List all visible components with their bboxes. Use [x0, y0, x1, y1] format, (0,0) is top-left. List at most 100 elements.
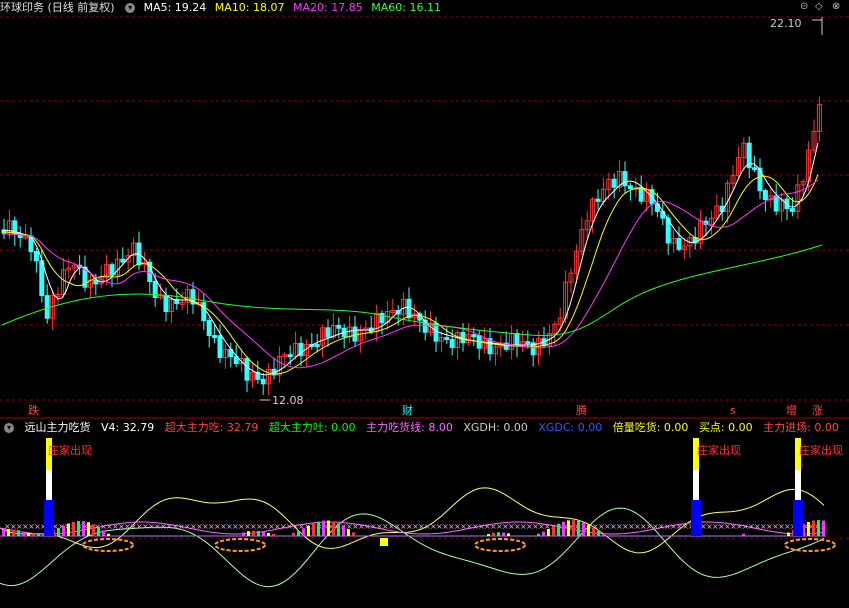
volume-bar	[302, 528, 305, 536]
indicator-settings-icon[interactable]: ▾	[4, 423, 14, 433]
candle-body	[789, 208, 795, 212]
volume-bar	[597, 531, 600, 536]
candle-body	[217, 335, 223, 358]
volume-bar	[822, 520, 825, 536]
volume-bar	[742, 533, 745, 536]
candle-body	[163, 295, 169, 313]
legend-super-spit: 超大主力吐: 0.00	[268, 421, 356, 434]
sig-col-1-blue	[44, 500, 54, 536]
candle-body	[514, 332, 520, 347]
candle-body	[352, 326, 358, 342]
volume-bar	[582, 522, 585, 536]
volume-bar	[322, 520, 325, 536]
signal-label-3: 庄家出现	[799, 444, 843, 457]
volume-bar	[337, 523, 340, 536]
volume-bar	[507, 533, 510, 536]
candle-body	[638, 186, 644, 202]
volume-bar	[67, 523, 70, 536]
signal-label-2: 庄家出现	[697, 444, 741, 457]
candle-body	[336, 324, 342, 329]
candle-body	[287, 354, 293, 358]
volume-bar	[567, 520, 570, 536]
volume-bar	[37, 533, 40, 536]
volume-bar	[57, 528, 60, 536]
volume-bar	[332, 521, 335, 536]
marker-die: 跌	[28, 404, 39, 417]
candle-body	[120, 258, 126, 263]
marker-zeng: 增	[786, 404, 797, 417]
volume-bar	[812, 520, 815, 536]
candle-body	[622, 171, 628, 187]
volume-bar	[87, 522, 90, 536]
volume-bar	[817, 520, 820, 536]
candle-body	[449, 338, 455, 349]
volume-bar	[552, 526, 555, 536]
candle-body	[752, 167, 758, 171]
sig-col-3-white	[795, 470, 801, 500]
ma60-line	[1, 244, 823, 337]
volume-bar	[247, 531, 250, 536]
volume-bar	[342, 526, 345, 536]
volume-bar	[492, 532, 495, 536]
legend-main-line: 主力吃货线: 8.00	[366, 421, 453, 434]
volume-bar	[107, 533, 110, 536]
legend-xgdc: XGDC: 0.00	[538, 421, 603, 434]
legend-xgdh: XGDH: 0.00	[463, 421, 528, 434]
buy-point-marker	[380, 538, 388, 546]
candle-body	[325, 327, 331, 338]
volume-bar	[292, 532, 295, 536]
candle-body	[676, 238, 682, 250]
legend-v4: V4: 32.79	[101, 421, 155, 434]
volume-bar	[22, 531, 25, 536]
accumulation-ellipse	[474, 538, 526, 552]
volume-bar	[27, 532, 30, 536]
volume-bar	[252, 530, 255, 536]
chart-canvas[interactable]: × × × × × × × × × × × × × × × × × × × × × × × × × × × × × × × × × × × × × × × ×…	[0, 0, 849, 608]
sig-col-2-blue	[691, 500, 701, 536]
volume-bar	[72, 521, 75, 536]
volume-bar	[2, 529, 5, 536]
candle-body	[444, 337, 450, 341]
volume-bar	[92, 524, 95, 536]
volume-bar	[317, 521, 320, 536]
candle-body	[314, 344, 320, 348]
volume-bar	[537, 533, 540, 536]
volume-bar	[12, 529, 15, 536]
candle-body	[44, 295, 50, 319]
marker-zhang: 涨	[812, 404, 823, 417]
volume-bar	[562, 521, 565, 536]
volume-bar	[587, 525, 590, 536]
ma10-line	[1, 174, 819, 375]
candle-body	[212, 335, 218, 339]
sig-col-1-white	[46, 470, 52, 500]
volume-bar	[347, 529, 350, 536]
volume-bar	[502, 532, 505, 536]
volume-bar	[327, 520, 330, 536]
candle-body	[244, 358, 250, 381]
legend-main-entry: 主力进场: 0.00	[763, 421, 839, 434]
volume-bar	[307, 525, 310, 536]
candle-body	[757, 167, 763, 192]
marker-cai: 财	[402, 404, 413, 417]
volume-bar	[82, 521, 85, 536]
volume-bar	[77, 521, 80, 536]
indicator-name[interactable]: 远山主力吃货	[25, 421, 91, 434]
sig-col-2-white	[693, 470, 699, 500]
legend-buy-point: 买点: 0.00	[698, 421, 753, 434]
volume-bar	[17, 530, 20, 536]
volume-bar	[592, 528, 595, 536]
volume-bar	[257, 530, 260, 536]
volume-bar	[32, 533, 35, 536]
volume-bar	[62, 525, 65, 536]
candle-body	[109, 264, 115, 276]
legend-super-eat: 超大主力吃: 32.79	[164, 421, 259, 434]
legend-double-volume: 倍量吃货: 0.00	[612, 421, 689, 434]
volume-bar	[807, 521, 810, 536]
volume-bar	[242, 532, 245, 536]
candle-body	[260, 378, 266, 385]
volume-bar	[572, 520, 575, 536]
signal-label-1: 庄家出现	[48, 444, 92, 457]
candle-body	[595, 198, 601, 202]
volume-bar	[297, 530, 300, 536]
candle-body	[525, 341, 531, 345]
